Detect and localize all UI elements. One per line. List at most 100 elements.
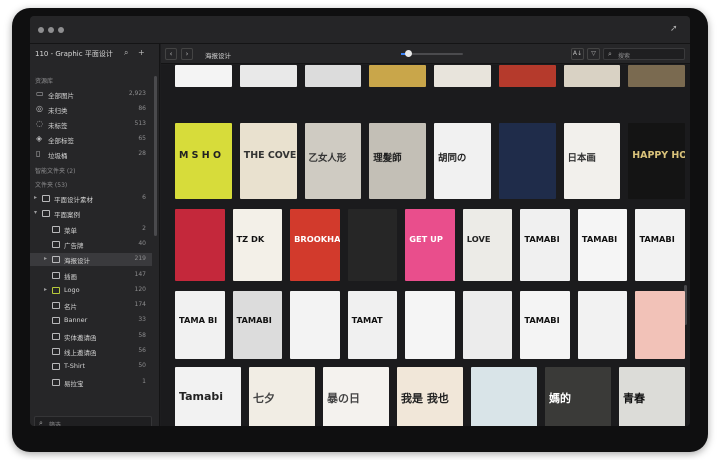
poster-thumbnail[interactable]: 理髮師 [369,123,426,199]
poster-thumbnail[interactable]: THE COVE [239,123,297,199]
sidebar-item-images[interactable]: ▭ 全部图片 2,923 [30,88,152,101]
zoom-slider-knob[interactable] [405,50,413,57]
sidebar-item-untagged[interactable]: ◌ 未标签 513 [30,118,152,131]
sidebar-folder-label: T-Shirt [64,362,85,371]
poster-thumbnail[interactable] [347,209,398,281]
poster-caption: LOVE [466,234,491,245]
poster-thumbnail[interactable] [434,65,491,87]
poster-thumbnail[interactable]: TZ DK [232,209,283,281]
poster-caption: 理髮師 [373,152,402,164]
filter-input[interactable]: ⌕ 筛选 [34,416,152,426]
poster-thumbnail[interactable] [239,65,297,87]
chevron-down-icon[interactable]: ▾ [34,209,37,216]
add-icon[interactable]: + [138,48,145,58]
pin-icon[interactable]: ➚ [670,24,680,34]
sidebar-folder[interactable]: 插画 147 [30,269,152,282]
sidebar-folder[interactable]: ▸ 海报设计 219 [30,253,152,267]
sidebar-folder[interactable]: 广告牌 40 [30,238,152,251]
poster-thumbnail[interactable]: 青春 [619,367,685,426]
sidebar-folder-count: 6 [142,194,146,201]
poster-thumbnail[interactable]: 日本画 [563,123,621,199]
section-folders[interactable]: 文件夹 (53) [35,180,67,189]
sidebar-folder[interactable]: Banner 33 [30,314,152,327]
sidebar-folder[interactable]: 线上邀请函 56 [30,345,152,358]
poster-thumbnail[interactable]: BROOKHAVEN [290,209,340,281]
poster-thumbnail[interactable] [175,209,225,281]
folder-icon [52,348,60,355]
poster-thumbnail[interactable] [498,123,556,199]
poster-thumbnail[interactable]: TAMABI [577,209,628,281]
poster-thumbnail[interactable]: TAMABI [635,209,685,281]
poster-thumbnail[interactable] [290,291,340,359]
sidebar-folder-label: 插画 [64,272,77,281]
poster-thumbnail[interactable] [628,65,685,87]
poster-caption: TAMABI [581,234,618,245]
poster-thumbnail[interactable]: TAMAT [347,291,398,359]
sidebar-item-uncategorized[interactable]: ◎ 未归类 86 [30,103,152,116]
sidebar-folder[interactable]: 名片 174 [30,299,152,312]
poster-thumbnail[interactable]: HAPPY HOUR [628,123,685,199]
back-button[interactable]: ‹ [165,48,177,60]
sidebar-folder[interactable]: ▾ 平面案例 [30,207,152,220]
poster-thumbnail[interactable]: M S H O [175,123,232,199]
library-title[interactable]: 110 - Graphic 平面设计 [35,49,113,59]
sort-button[interactable]: A↓ [571,48,584,60]
poster-thumbnail[interactable] [462,291,513,359]
poster-thumbnail[interactable]: 我是 我也 [397,367,463,426]
sidebar-item-label: 全部标签 [48,137,74,145]
folder-icon [52,302,60,310]
poster-thumbnail[interactable]: Tamabi [175,367,241,426]
poster-thumbnail[interactable] [498,65,556,87]
chevron-right-icon[interactable]: ▸ [44,255,47,262]
poster-thumbnail[interactable] [405,291,455,359]
filter-icon[interactable]: ▽ [587,48,600,60]
poster-thumbnail[interactable]: GET UP [405,209,455,281]
sidebar-item-tags[interactable]: ◈ 全部标签 65 [30,133,152,146]
sidebar-folder[interactable]: 实体邀请函 58 [30,330,152,343]
zoom-slider[interactable] [401,50,463,57]
poster-thumbnail[interactable]: LOVE [462,209,513,281]
search-input[interactable]: ⌕ 搜索 [603,48,685,60]
sidebar-folder-count: 50 [138,362,146,370]
toolbar: ‹ › 海报设计 A↓ ▽ ⌕ 搜索 [161,44,690,64]
forward-button[interactable]: › [181,48,193,60]
poster-thumbnail[interactable] [369,65,426,87]
sidebar-folder[interactable]: T-Shirt 50 [30,360,152,373]
poster-thumbnail[interactable] [635,291,685,359]
poster-thumbnail[interactable]: 暴の日 [323,367,389,426]
section-smart-folders[interactable]: 智能文件夹 (2) [35,166,75,175]
sidebar-folder-label: 易拉宝 [64,379,84,388]
sidebar-folder[interactable]: ▸ Logo 120 [30,284,152,297]
chevron-right-icon[interactable]: ▸ [34,194,37,201]
poster-caption: TAMA BI [179,314,218,325]
search-icon[interactable]: ⌕ [124,48,128,58]
poster-thumbnail[interactable] [577,291,628,359]
poster-thumbnail[interactable] [563,65,621,87]
sidebar-item-trash[interactable]: ▯ 垃圾桶 28 [30,148,152,161]
folder-icon [52,378,60,386]
chevron-right-icon[interactable]: ▸ [44,286,47,293]
title-bar: ➚ [30,16,690,44]
poster-thumbnail[interactable]: 媽的 [545,367,611,426]
poster-thumbnail[interactable]: TAMABI [232,291,283,359]
poster-thumbnail[interactable]: 七夕 [249,367,315,426]
close-dot[interactable] [38,27,44,33]
poster-thumbnail[interactable]: 胡同の [434,123,491,199]
sidebar-folder[interactable]: ▸ 平面设计素材 6 [30,192,152,205]
poster-thumbnail[interactable]: TAMABI [520,291,570,359]
minimize-dot[interactable] [48,27,54,33]
folder-icon [52,332,60,340]
sidebar-folder[interactable]: 菜单 2 [30,223,152,236]
sidebar-folder-label: Banner [64,316,88,325]
poster-thumbnail[interactable] [175,65,232,87]
poster-thumbnail[interactable]: TAMA BI [175,291,225,359]
poster-thumbnail[interactable]: TAMABI [520,209,570,281]
folder-icon [52,240,60,248]
poster-thumbnail[interactable]: 乙女人形 [304,123,362,199]
poster-thumbnail[interactable] [471,367,537,426]
sidebar-scrollbar[interactable] [154,76,157,236]
poster-thumbnail[interactable] [304,65,362,87]
sidebar-folder[interactable]: 易拉宝 1 [30,376,152,389]
sidebar-folder-label: 广告牌 [64,241,84,250]
zoom-dot[interactable] [58,27,64,33]
